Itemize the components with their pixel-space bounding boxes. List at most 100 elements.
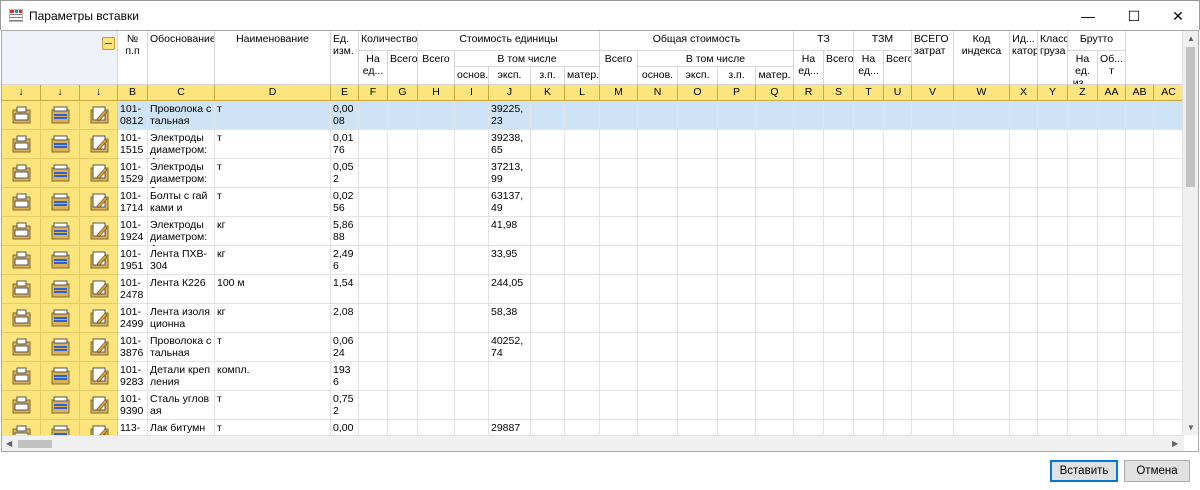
paste-edit-icon[interactable]: [90, 135, 109, 153]
row-gutter-cell[interactable]: [80, 246, 118, 275]
row-gutter-cell[interactable]: [41, 217, 80, 246]
row-gutter-cell[interactable]: [80, 101, 118, 130]
row-gutter-cell[interactable]: [80, 130, 118, 159]
table-row[interactable]: 101-1924Электроды диаметром: 4кг5,8688 41…: [2, 217, 1185, 246]
header-uc-eksp[interactable]: эксп.: [489, 67, 531, 85]
column-letter[interactable]: T: [854, 85, 884, 101]
row-gutter-cell[interactable]: [41, 246, 80, 275]
paste-icon[interactable]: [12, 396, 31, 414]
row-gutter-cell[interactable]: [80, 188, 118, 217]
header-qty-total[interactable]: Всего: [388, 51, 418, 85]
column-letter[interactable]: D: [215, 85, 331, 101]
paste-edit-icon[interactable]: [90, 251, 109, 269]
header-name[interactable]: Наименование: [215, 31, 331, 85]
paste-edit-icon[interactable]: [90, 164, 109, 182]
column-letter[interactable]: Z: [1068, 85, 1098, 101]
paste-edit-icon[interactable]: [90, 367, 109, 385]
header-qty-per[interactable]: На ед...: [359, 51, 388, 85]
paste-list-icon[interactable]: [51, 280, 70, 298]
horizontal-scroll-thumb[interactable]: [18, 440, 52, 448]
maximize-button[interactable]: ☐: [1111, 1, 1157, 31]
row-gutter-cell[interactable]: [41, 275, 80, 304]
paste-list-icon[interactable]: [51, 338, 70, 356]
column-letter[interactable]: C: [148, 85, 215, 101]
column-letter[interactable]: B: [118, 85, 148, 101]
header-all-costs[interactable]: ВСЕГО затрат: [912, 31, 954, 85]
column-letter[interactable]: E: [331, 85, 359, 101]
row-gutter-cell[interactable]: [2, 275, 41, 304]
scroll-up-arrow-icon[interactable]: ▲: [1187, 34, 1195, 43]
table-row[interactable]: 101-0812 Проволока стальная т 0,0008 39225,2…: [2, 101, 1185, 130]
table-row[interactable]: 101-1714 Болты с гайками и т 0,0256 63137,49: [2, 188, 1185, 217]
paste-edit-icon[interactable]: [90, 309, 109, 327]
minimize-button[interactable]: —: [1065, 1, 1111, 31]
row-gutter-cell[interactable]: [2, 391, 41, 420]
row-gutter-cell[interactable]: [2, 217, 41, 246]
paste-list-icon[interactable]: [51, 135, 70, 153]
header-total-cost[interactable]: Общая стоимость: [600, 31, 794, 51]
column-letter[interactable]: M: [600, 85, 638, 101]
column-letter[interactable]: K: [531, 85, 565, 101]
column-letter[interactable]: S: [824, 85, 854, 101]
row-gutter-cell[interactable]: [41, 362, 80, 391]
header-tz[interactable]: ТЗ: [794, 31, 854, 51]
close-button[interactable]: ✕: [1155, 1, 1200, 31]
row-gutter-cell[interactable]: [80, 333, 118, 362]
row-gutter-cell[interactable]: [2, 159, 41, 188]
header-uc-total[interactable]: Всего: [418, 51, 455, 85]
paste-list-icon[interactable]: [51, 222, 70, 240]
column-letter[interactable]: U: [884, 85, 912, 101]
column-letter[interactable]: R: [794, 85, 824, 101]
column-letter[interactable]: F: [359, 85, 388, 101]
header-ident[interactable]: Ид... катор: [1010, 31, 1038, 85]
header-uc-incl[interactable]: В том числе: [455, 51, 600, 67]
header-tc-mater[interactable]: матер.: [756, 67, 794, 85]
header-unit[interactable]: Ед. изм.: [331, 31, 359, 85]
row-gutter-cell[interactable]: [41, 101, 80, 130]
cancel-button[interactable]: Отмена: [1124, 460, 1190, 482]
header-tc-zp[interactable]: з.п.: [718, 67, 756, 85]
header-gross-per[interactable]: На ед. из...: [1068, 51, 1098, 85]
header-uc-osn[interactable]: основ.: [455, 67, 489, 85]
vertical-scroll-thumb[interactable]: [1186, 47, 1195, 187]
header-unit-cost[interactable]: Стоимость единицы: [418, 31, 600, 51]
header-num[interactable]: № п.п: [118, 31, 148, 85]
row-gutter-cell[interactable]: [80, 362, 118, 391]
header-index-code[interactable]: Код индекса: [954, 31, 1010, 85]
header-gross[interactable]: Брутто: [1068, 31, 1126, 51]
paste-icon[interactable]: [12, 338, 31, 356]
table-row[interactable]: 101-2478 Лента К226 100 м 1,54 244,05: [2, 275, 1185, 304]
row-gutter-cell[interactable]: [80, 159, 118, 188]
column-letter[interactable]: ↓: [41, 85, 80, 101]
row-gutter-cell[interactable]: [2, 362, 41, 391]
row-gutter-cell[interactable]: [80, 391, 118, 420]
table-row[interactable]: 101-9283 Детали крепления компл. 1936: [2, 362, 1185, 391]
table-row[interactable]: 101-9390 Сталь угловая т 0,752: [2, 391, 1185, 420]
header-tzm-total[interactable]: Всего: [884, 51, 912, 85]
paste-edit-icon[interactable]: [90, 106, 109, 124]
column-letter[interactable]: ↓: [2, 85, 41, 101]
paste-icon[interactable]: [12, 222, 31, 240]
column-letter[interactable]: ↓: [80, 85, 118, 101]
vertical-scrollbar[interactable]: ▲ ▼: [1182, 31, 1198, 435]
header-basis[interactable]: Обоснование: [148, 31, 215, 85]
paste-list-icon[interactable]: [51, 106, 70, 124]
header-tc-osn[interactable]: основ.: [638, 67, 678, 85]
row-gutter-cell[interactable]: [2, 188, 41, 217]
header-tc-incl[interactable]: В том числе: [638, 51, 794, 67]
header-cargo-class[interactable]: Класс груза: [1038, 31, 1068, 85]
header-gross-total[interactable]: Об... т: [1098, 51, 1126, 85]
scroll-down-arrow-icon[interactable]: ▼: [1187, 423, 1195, 432]
row-gutter-cell[interactable]: [41, 159, 80, 188]
paste-list-icon[interactable]: [51, 309, 70, 327]
paste-edit-icon[interactable]: [90, 222, 109, 240]
table-row[interactable]: 101-1515Электроды диаметром: 4т0,0176 392…: [2, 130, 1185, 159]
column-letter[interactable]: H: [418, 85, 455, 101]
row-gutter-cell[interactable]: [80, 217, 118, 246]
paste-icon[interactable]: [12, 251, 31, 269]
column-letter[interactable]: G: [388, 85, 418, 101]
header-tc-total[interactable]: Всего: [600, 51, 638, 85]
header-qty[interactable]: Количество: [359, 31, 418, 51]
paste-list-icon[interactable]: [51, 193, 70, 211]
column-letter[interactable]: P: [718, 85, 756, 101]
